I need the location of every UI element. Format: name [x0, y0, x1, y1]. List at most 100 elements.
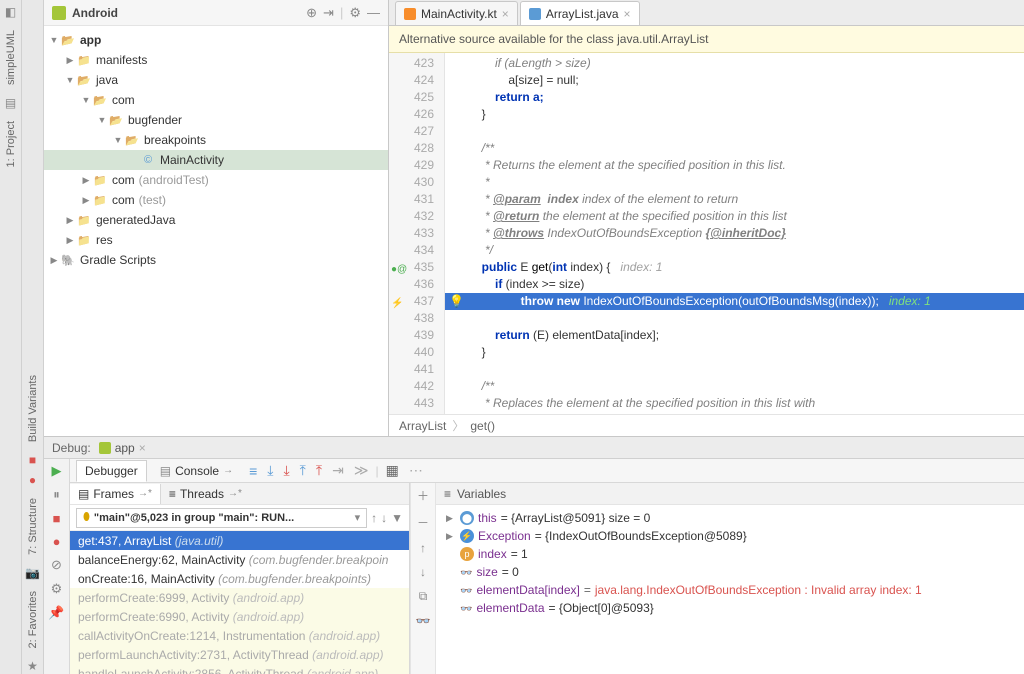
thread-selector[interactable]: ⬮"main"@5,023 in group "main": RUN...▾ — [76, 508, 367, 528]
pin-icon[interactable]: 📌 — [48, 605, 64, 621]
debugger-tab[interactable]: Debugger — [76, 460, 147, 482]
step-over-icon[interactable]: ≡ — [246, 463, 260, 479]
threads-tab[interactable]: ≡Threads→* — [161, 484, 250, 504]
var-elementdata-index[interactable]: elementData[index] = java.lang.IndexOutO… — [436, 581, 1024, 599]
stack-frame[interactable]: performLaunchActivity:2731, ActivityThre… — [70, 645, 409, 664]
console-tab[interactable]: ▤Console→ — [151, 460, 242, 482]
breakpoint-icon-rail[interactable]: ● — [25, 472, 41, 488]
var-size[interactable]: size = 0 — [436, 563, 1024, 581]
view-breakpoints-icon[interactable]: ● — [53, 534, 61, 549]
tree-java[interactable]: ▼java — [44, 70, 388, 90]
stack-frame[interactable]: performCreate:6999, Activity (android.ap… — [70, 588, 409, 607]
folder-icon — [76, 73, 92, 87]
var-this[interactable]: ▶⬤this = {ArrayList@5091} size = 0 — [436, 509, 1024, 527]
frames-list[interactable]: get:437, ArrayList (java.util) balanceEn… — [70, 531, 409, 674]
folder-icon — [76, 213, 92, 227]
force-step-into-icon[interactable]: ⤓ — [280, 462, 292, 479]
project-tab[interactable]: 1: Project — [3, 115, 19, 173]
simpleuml-tab[interactable]: simpleUML — [3, 24, 19, 91]
tree-breakpoints[interactable]: ▼breakpoints — [44, 130, 388, 150]
tab-mainactivity[interactable]: MainActivity.kt× — [395, 1, 518, 25]
target-icon[interactable]: ⊕ — [306, 5, 317, 21]
stack-frame[interactable]: balanceEnergy:62, MainActivity (com.bugf… — [70, 550, 409, 569]
stop-icon-rail[interactable]: ■ — [25, 452, 41, 468]
variables-list[interactable]: ▶⬤this = {ArrayList@5091} size = 0 ▶⚡Exc… — [436, 505, 1024, 674]
var-elementdata[interactable]: elementData = {Object[0]@5093} — [436, 599, 1024, 617]
gear-icon[interactable]: ⚙ — [349, 5, 361, 21]
drop-frame-icon[interactable]: ⤒ — [313, 462, 325, 479]
resume-icon[interactable]: ▶ — [52, 463, 62, 479]
tree-manifests[interactable]: ▶manifests — [44, 50, 388, 70]
stack-frame[interactable]: callActivityOnCreate:1214, Instrumentati… — [70, 626, 409, 645]
folder-icon — [124, 133, 140, 147]
step-into-icon[interactable]: ⤓ — [264, 462, 276, 479]
editor-tabs: MainActivity.kt× ArrayList.java× — [389, 0, 1024, 26]
mute-breakpoints-icon[interactable]: ⊘ — [51, 557, 62, 573]
tree-generatedjava[interactable]: ▶generatedJava — [44, 210, 388, 230]
stack-frame[interactable]: onCreate:16, MainActivity (com.bugfender… — [70, 569, 409, 588]
tree-res[interactable]: ▶res — [44, 230, 388, 250]
remove-watch-icon[interactable]: － — [417, 514, 429, 531]
add-watch-icon[interactable]: ＋ — [417, 487, 429, 504]
stop-icon[interactable]: ■ — [53, 511, 61, 526]
watch-icon[interactable]: 👓 — [416, 614, 431, 628]
folder-icon — [76, 53, 92, 67]
tree-com-test[interactable]: ▶com(test) — [44, 190, 388, 210]
divider-icon: | — [340, 5, 343, 20]
down-icon[interactable]: ↓ — [420, 565, 426, 579]
folder-icon — [92, 193, 108, 207]
debug-action-rail: ▶ ⏸ ■ ● ⊘ ⚙ 📌 — [44, 459, 70, 674]
tab-arraylist[interactable]: ArrayList.java× — [520, 1, 640, 25]
tree-gradle[interactable]: ▶Gradle Scripts — [44, 250, 388, 270]
tree-com[interactable]: ▼com — [44, 90, 388, 110]
tree-com-androidtest[interactable]: ▶com(androidTest) — [44, 170, 388, 190]
folder-icon — [76, 233, 92, 247]
debug-panel: Debug: app× ▶ ⏸ ■ ● ⊘ ⚙ 📌 Debugger ▤Cons… — [44, 436, 1024, 674]
collapse-icon[interactable]: ⇥ — [323, 5, 334, 21]
tree-mainactivity[interactable]: MainActivity — [44, 150, 388, 170]
step-out-icon[interactable]: ⤒ — [297, 462, 309, 479]
close-icon[interactable]: × — [624, 7, 631, 21]
filter-icon[interactable]: ▼ — [391, 511, 403, 525]
hide-icon[interactable]: — — [367, 5, 380, 20]
prev-frame-icon[interactable]: ↑ — [371, 511, 377, 525]
up-icon[interactable]: ↑ — [420, 541, 426, 555]
code-lines[interactable]: if (aLength > size) a[size] = null; retu… — [445, 53, 1024, 414]
class-icon — [140, 153, 156, 167]
pause-icon[interactable]: ⏸ — [53, 487, 60, 503]
more-icon[interactable]: ⋯ — [406, 462, 426, 479]
project-tree[interactable]: ▼app ▶manifests ▼java ▼com ▼bugfender ▼b… — [44, 26, 388, 436]
frames-tab[interactable]: ▤Frames→* — [70, 484, 161, 504]
project-icon: ▤ — [3, 95, 19, 111]
run-to-cursor-icon[interactable]: ⇥ — [329, 462, 347, 479]
variables-title: Variables — [457, 487, 506, 501]
execution-line: 💡 throw new IndexOutOfBoundsException(ou… — [445, 293, 1024, 310]
code-editor[interactable]: 423424425426427428429430431432433434 ●@4… — [389, 53, 1024, 414]
structure-tab[interactable]: 7: Structure — [25, 492, 41, 561]
star-icon[interactable]: ★ — [25, 658, 41, 674]
android-icon — [52, 6, 66, 20]
var-index[interactable]: pindex = 1 — [436, 545, 1024, 563]
gutter[interactable]: 423424425426427428429430431432433434 ●@4… — [389, 53, 445, 414]
build-variants-tab[interactable]: Build Variants — [25, 369, 41, 448]
copy-icon[interactable]: ⧉ — [419, 589, 428, 604]
close-icon[interactable]: × — [502, 7, 509, 21]
tree-app[interactable]: ▼app — [44, 30, 388, 50]
camera-icon[interactable]: 📷 — [25, 565, 41, 581]
calculator-icon[interactable]: ▦ — [383, 462, 402, 479]
tree-bugfender[interactable]: ▼bugfender — [44, 110, 388, 130]
settings-icon[interactable]: ⚙ — [51, 581, 63, 597]
run-config-chip[interactable]: app× — [99, 441, 146, 455]
stack-frame[interactable]: performCreate:6990, Activity (android.ap… — [70, 607, 409, 626]
step-rail: ＋ － ↑ ↓ ⧉ 👓 — [410, 483, 436, 674]
var-exception[interactable]: ▶⚡Exception = {IndexOutOfBoundsException… — [436, 527, 1024, 545]
variables-panel: ≡Variables ▶⬤this = {ArrayList@5091} siz… — [436, 483, 1024, 674]
favorites-tab[interactable]: 2: Favorites — [25, 585, 41, 654]
breadcrumb[interactable]: ArrayList〉get() — [389, 414, 1024, 436]
stack-frame[interactable]: handleLaunchActivity:2856, ActivityThrea… — [70, 664, 409, 674]
watch-icon — [460, 583, 472, 597]
next-frame-icon[interactable]: ↓ — [381, 511, 387, 525]
stack-frame[interactable]: get:437, ArrayList (java.util) — [70, 531, 409, 550]
alternative-source-banner[interactable]: Alternative source available for the cla… — [389, 26, 1024, 53]
evaluate-icon[interactable]: ≫ — [351, 462, 372, 479]
